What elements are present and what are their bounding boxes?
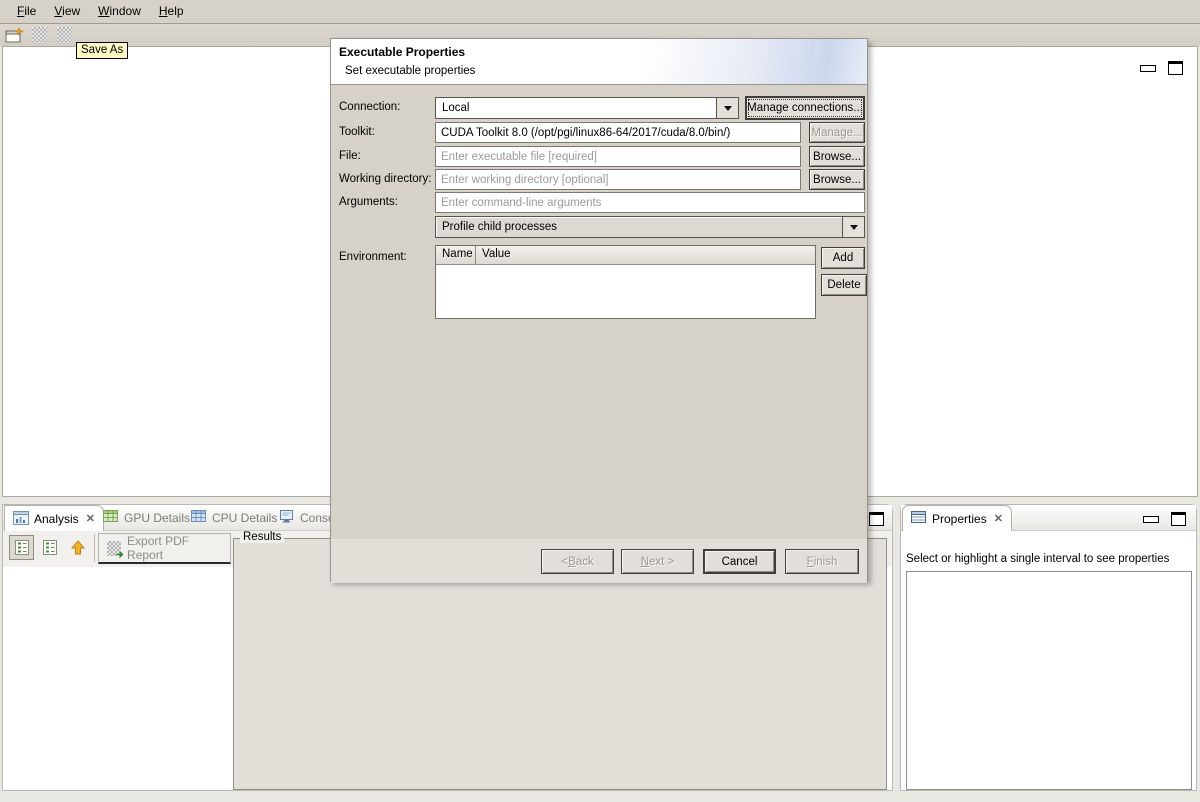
console-icon: [279, 510, 295, 526]
connection-value: Local: [436, 102, 716, 114]
add-button[interactable]: Add: [821, 247, 865, 269]
close-icon[interactable]: ✕: [992, 512, 1003, 525]
save-icon: [32, 27, 47, 42]
tab-cpu-details-label: CPU Details: [212, 511, 277, 525]
unguided-analysis-button[interactable]: [37, 535, 62, 560]
application-window: File View Window Help ... Save As: [0, 0, 1200, 802]
maximize-icon[interactable]: [869, 512, 884, 526]
close-icon[interactable]: ✕: [84, 512, 95, 525]
menu-bar: File View Window Help: [0, 0, 1200, 24]
chevron-down-icon[interactable]: [842, 217, 864, 237]
new-session-icon[interactable]: [5, 27, 23, 43]
file-input[interactable]: [435, 146, 801, 167]
dialog-title: Executable Properties: [339, 45, 465, 59]
cancel-button[interactable]: Cancel: [703, 549, 776, 574]
analysis-icon: [13, 511, 29, 527]
dialog-header: Executable Properties Set executable pro…: [331, 39, 867, 85]
workdir-input[interactable]: [435, 169, 801, 190]
properties-content-box: [906, 571, 1192, 790]
results-group-label: Results: [240, 531, 284, 543]
executable-properties-dialog: Executable Properties Set executable pro…: [330, 38, 868, 582]
tab-properties[interactable]: Properties ✕: [902, 505, 1012, 531]
dialog-button-bar: < Back Next > Cancel Finish: [331, 539, 867, 583]
connection-label: Connection:: [339, 101, 400, 113]
connection-select[interactable]: Local: [435, 97, 739, 119]
profile-mode-select[interactable]: Profile child processes: [435, 216, 865, 238]
toolkit-label: Toolkit:: [339, 126, 375, 138]
properties-panel: Properties ✕ Select or highlight a singl…: [900, 504, 1197, 791]
tab-cpu-details[interactable]: CPU Details: [183, 505, 285, 531]
manage-toolkit-button: Manage...: [809, 122, 865, 143]
tab-analysis-label: Analysis: [34, 512, 79, 526]
maximize-icon[interactable]: [1171, 512, 1186, 526]
tab-gpu-details-label: GPU Details: [124, 511, 190, 525]
analysis-list-area[interactable]: [3, 567, 233, 788]
maximize-icon[interactable]: [1168, 61, 1183, 75]
back-button: < Back: [541, 549, 614, 574]
menu-file[interactable]: File: [8, 2, 45, 21]
save-as-icon: ...: [57, 27, 72, 42]
up-arrow-icon[interactable]: [65, 535, 90, 560]
toolkit-input[interactable]: [435, 122, 801, 143]
export-pdf-report-button: Export PDF Report: [98, 533, 231, 564]
workdir-label: Working directory:: [339, 173, 431, 185]
menu-view[interactable]: View: [45, 2, 89, 21]
guided-analysis-button[interactable]: [9, 535, 34, 560]
export-pdf-label: Export PDF Report: [127, 534, 222, 562]
cpu-details-icon: [191, 510, 207, 526]
properties-icon: [911, 511, 927, 527]
export-pdf-icon: [107, 541, 121, 556]
properties-message: Select or highlight a single interval to…: [906, 553, 1169, 565]
menu-window[interactable]: Window: [89, 2, 150, 21]
arguments-label: Arguments:: [339, 196, 398, 208]
dialog-form: Connection: Local Manage connections... …: [331, 85, 867, 539]
browse-workdir-button[interactable]: Browse...: [809, 169, 865, 190]
tab-properties-label: Properties: [932, 512, 987, 526]
tooltip-save-as: Save As: [76, 42, 128, 59]
minimize-icon[interactable]: [1143, 516, 1159, 523]
delete-button[interactable]: Delete: [821, 274, 867, 296]
chevron-down-icon[interactable]: [716, 98, 738, 118]
file-label: File:: [339, 150, 361, 162]
environment-label: Environment:: [339, 251, 407, 263]
env-col-value[interactable]: Value: [476, 246, 815, 264]
browse-file-button[interactable]: Browse...: [809, 146, 865, 167]
menu-help[interactable]: Help: [150, 2, 193, 21]
gpu-details-icon: [103, 510, 119, 526]
arguments-input[interactable]: [435, 192, 865, 213]
env-col-name[interactable]: Name: [436, 246, 476, 264]
environment-table-header: Name Value: [436, 246, 815, 265]
next-button: Next >: [621, 549, 694, 574]
finish-button: Finish: [785, 549, 859, 574]
minimize-icon[interactable]: [1140, 65, 1156, 72]
properties-tabbar: Properties ✕: [901, 505, 1196, 531]
environment-table[interactable]: Name Value: [435, 245, 816, 319]
manage-connections-button[interactable]: Manage connections...: [745, 96, 865, 120]
dialog-subtitle: Set executable properties: [345, 65, 475, 77]
tab-analysis[interactable]: Analysis ✕: [4, 505, 104, 531]
profile-mode-value: Profile child processes: [436, 221, 842, 233]
